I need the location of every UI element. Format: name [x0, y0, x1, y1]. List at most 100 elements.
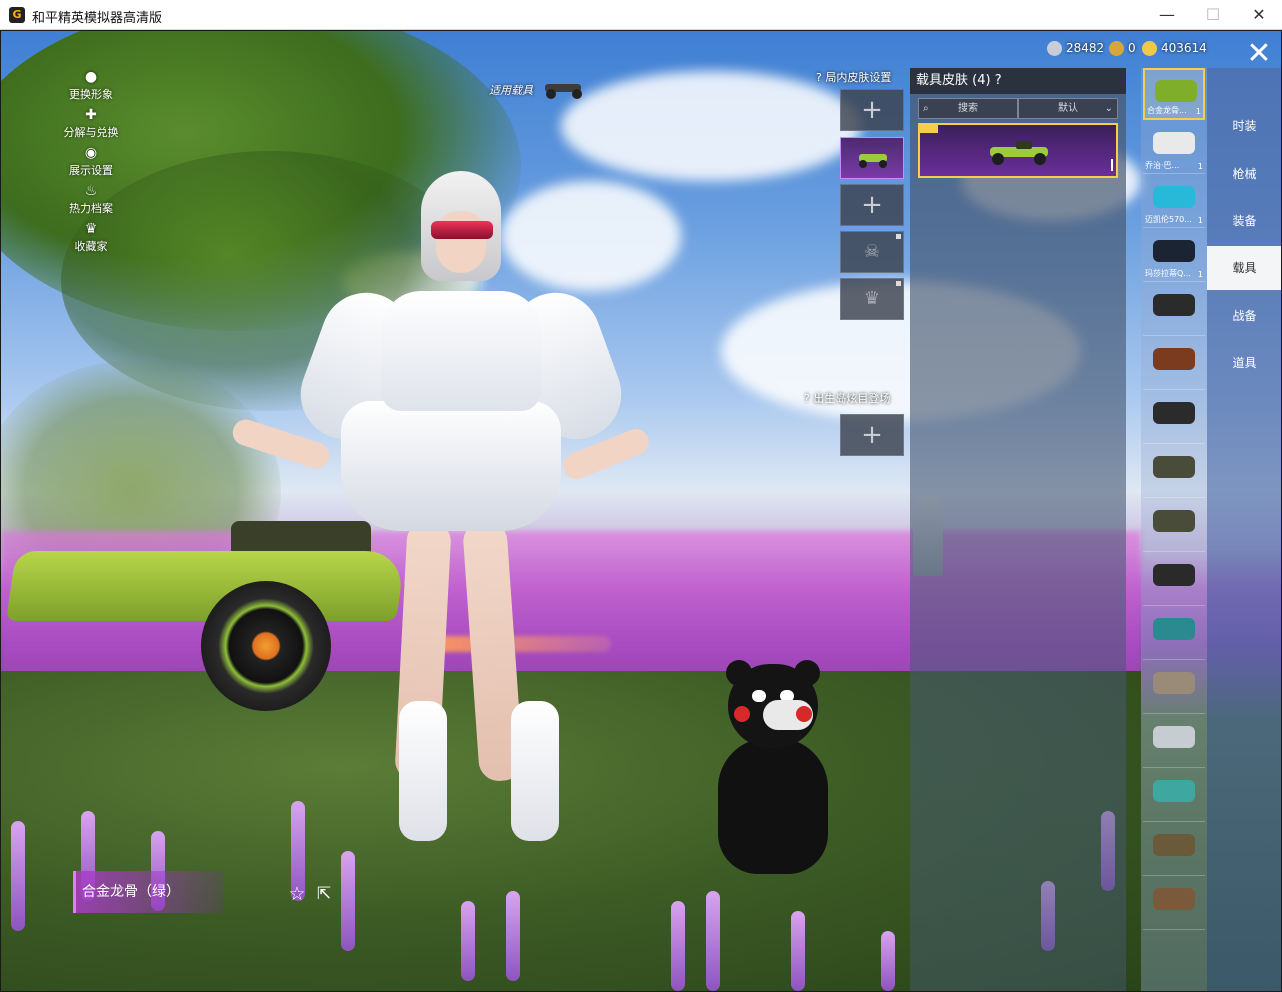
vehicle-list: 合金龙骨... 1 乔治·巴... 1 迈凯伦570... 1 玛莎拉蒂Q... 1 [1141, 68, 1207, 991]
lupin-flower [506, 891, 520, 981]
category-tab-items[interactable]: 道具 [1207, 341, 1281, 385]
decompose-exchange-button[interactable]: ✚ 分解与兑换 [61, 107, 121, 140]
vehicle-list-item[interactable] [1143, 608, 1205, 660]
menu-label: 更换形象 [69, 88, 113, 101]
sort-dropdown[interactable]: 默认 ⌄ [1018, 98, 1118, 119]
player-character [229, 141, 653, 861]
game-viewport: ● 更换形象 ✚ 分解与兑换 ◉ 展示设置 ♨ 热力档案 ♛ 收藏家 适用载具 … [1, 31, 1281, 991]
vehicle-label: 迈凯伦570... [1145, 215, 1192, 224]
plus-icon: + [861, 420, 883, 450]
bear-cheek [734, 706, 750, 722]
vehicle-thumbnail [1153, 240, 1195, 262]
category-tab-battle-prep[interactable]: 战备 [1207, 294, 1281, 338]
bear-ear [794, 660, 820, 686]
lupin-flower [461, 901, 475, 981]
vehicle-list-item[interactable] [1143, 554, 1205, 606]
in-game-skin-heading-text: 局内皮肤设置 [825, 71, 892, 84]
skin-card-selected[interactable] [918, 123, 1118, 178]
spawn-entrance-heading-text: 出生岛炫目登场 [813, 392, 891, 405]
display-settings-button[interactable]: ◉ 展示设置 [61, 145, 121, 178]
vehicle-list-item[interactable] [1143, 284, 1205, 336]
help-icon[interactable]: ? [816, 71, 822, 84]
vehicle-skin-panel: 载具皮肤 (4) ? ⌕ 搜索 默认 ⌄ [910, 68, 1126, 991]
applied-vehicle-label: 适用载具 [489, 84, 533, 97]
heat-archive-button[interactable]: ♨ 热力档案 [61, 183, 121, 216]
window-titlebar: G 和平精英模拟器高清版 — ☐ ✕ [0, 0, 1282, 30]
collector-button[interactable]: ♛ 收藏家 [61, 221, 121, 254]
skin-slot-locked[interactable]: ☠ [840, 231, 904, 273]
vehicle-count: 1 [1195, 107, 1201, 116]
vehicle-list-item[interactable]: 合金龙骨... 1 [1143, 68, 1205, 120]
menu-label: 热力档案 [69, 202, 113, 215]
skin-slot-selected[interactable] [840, 137, 904, 179]
silver-coin-value: 28482 [1066, 41, 1105, 55]
vehicle-list-item[interactable] [1143, 446, 1205, 498]
vehicle-list-item[interactable] [1143, 878, 1205, 930]
skin-slot-locked[interactable]: ♛ [840, 278, 904, 320]
vehicle-thumbnail [1153, 294, 1195, 316]
lupin-flower [341, 851, 355, 951]
lupin-flower [706, 891, 720, 991]
vehicle-list-item[interactable]: 迈凯伦570... 1 [1143, 176, 1205, 228]
collector-badge-icon: ♛ [84, 221, 98, 237]
vehicle-count: 1 [1197, 162, 1203, 171]
vehicle-thumbnail [1153, 780, 1195, 802]
vehicle-list-item[interactable] [1143, 662, 1205, 714]
help-icon[interactable]: ? [995, 73, 1002, 88]
vehicle-list-item[interactable] [1143, 392, 1205, 444]
vehicle-list-item[interactable] [1143, 338, 1205, 390]
selected-tag [920, 125, 938, 133]
help-icon[interactable]: ? [804, 392, 810, 405]
bear-head [726, 660, 820, 748]
vehicle-thumbnail [1153, 402, 1195, 424]
vehicle-label: 玛莎拉蒂Q... [1145, 269, 1191, 278]
lock-icon [896, 234, 901, 239]
applied-vehicle-thumbnail[interactable] [541, 78, 589, 100]
vehicle-thumbnail [1153, 672, 1195, 694]
category-tab-weapons[interactable]: 枪械 [1207, 152, 1281, 196]
lupin-flower [791, 911, 805, 991]
vehicle-thumbnail [1153, 834, 1195, 856]
minimize-button[interactable]: — [1144, 0, 1190, 30]
lupin-flower [881, 931, 895, 991]
skin-slot-empty[interactable]: + [840, 89, 904, 131]
vehicle-list-item[interactable]: 玛莎拉蒂Q... 1 [1143, 230, 1205, 282]
plus-icon: + [861, 95, 883, 125]
puzzle-icon: ✚ [85, 107, 97, 123]
favorite-star-icon[interactable]: ☆ [286, 883, 308, 905]
skin-search-input[interactable]: ⌕ 搜索 [918, 98, 1018, 119]
maximize-button[interactable]: ☐ [1190, 0, 1236, 30]
app-icon: G [9, 7, 25, 23]
selected-item-name: 合金龙骨（绿） [73, 871, 223, 913]
vehicle-list-item[interactable] [1143, 770, 1205, 822]
window-close-button[interactable]: ✕ [1236, 0, 1282, 30]
vehicle-list-item[interactable]: 乔治·巴... 1 [1143, 122, 1205, 174]
sort-value: 默认 [1058, 103, 1078, 114]
spawn-slot-empty[interactable]: + [840, 414, 904, 456]
vehicle-thumbnail [1153, 726, 1195, 748]
chevron-down-icon: ⌄ [1104, 103, 1113, 114]
lock-icon [896, 281, 901, 286]
vehicle-skin-thumbnail [859, 154, 887, 168]
share-icon[interactable]: ⇱ [313, 883, 335, 905]
gold-coin-icon [1109, 41, 1124, 56]
coupon-balance: 403614 [1142, 41, 1207, 56]
vehicle-list-item[interactable] [1143, 824, 1205, 876]
character-dress [381, 291, 541, 411]
close-icon[interactable]: ✕ [1241, 36, 1277, 72]
vehicle-thumbnail [1153, 348, 1195, 370]
category-tab-equipment[interactable]: 装备 [1207, 199, 1281, 243]
change-appearance-button[interactable]: ● 更换形象 [61, 69, 121, 102]
spawn-entrance-heading: ? 出生岛炫目登场 [804, 390, 890, 406]
search-icon: ⌕ [923, 103, 929, 114]
vehicle-list-item[interactable] [1143, 500, 1205, 552]
skin-slot-empty[interactable]: + [840, 184, 904, 226]
category-tab-fashion[interactable]: 时装 [1207, 104, 1281, 148]
category-tab-vehicles[interactable]: 载具 [1207, 246, 1281, 290]
window-title: 和平精英模拟器高清版 [32, 11, 163, 26]
vehicle-label: 乔治·巴... [1145, 161, 1180, 170]
menu-label: 分解与兑换 [63, 126, 119, 139]
vehicle-list-item[interactable] [1143, 716, 1205, 768]
lupin-flower [11, 821, 25, 931]
eye-icon: ◉ [84, 145, 98, 161]
